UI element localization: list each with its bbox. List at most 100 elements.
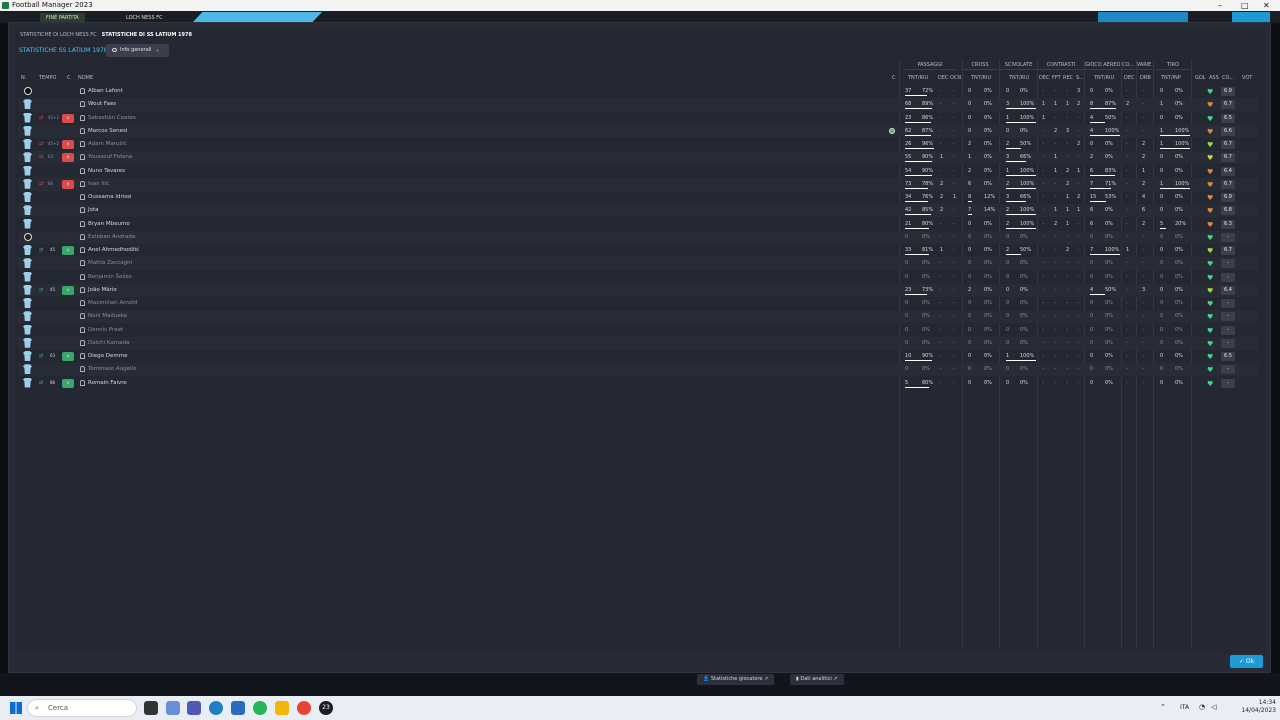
- player-name[interactable]: Noni Madueke: [88, 313, 127, 319]
- task-view-icon[interactable]: [144, 701, 158, 715]
- player-name[interactable]: Marcos Senesi: [88, 128, 127, 134]
- player-row[interactable]: ⇄ 45 › João Mário 23 73% - -2 0% 0 0% - - - -4 50% -3 0 0%…: [18, 283, 1258, 297]
- column-header[interactable]: N.: [21, 75, 26, 81]
- taskbar-clock[interactable]: 14:34 14/04/2023: [1236, 699, 1276, 715]
- store-icon[interactable]: [231, 701, 245, 715]
- player-profile-icon[interactable]: [80, 247, 85, 253]
- player-row[interactable]: ⇄ 45+2 ‹ Adam Marušić 26 96% - -2 0% 2 50% - - -2 0 0% -…: [18, 138, 1258, 151]
- player-profile-icon[interactable]: [80, 180, 85, 187]
- player-name[interactable]: Jota: [88, 207, 99, 213]
- view-selector[interactable]: Info generali ⌄: [106, 44, 169, 57]
- chrome-icon[interactable]: [297, 701, 311, 715]
- player-profile-icon[interactable]: [80, 101, 85, 108]
- column-header[interactable]: TEMPO: [39, 75, 56, 81]
- player-profile-icon[interactable]: [80, 273, 85, 280]
- player-name[interactable]: Esteban Andrada: [88, 234, 135, 240]
- minimize-button[interactable]: –: [1218, 0, 1222, 11]
- player-row[interactable]: Jota 42 85% 2-7 14% 2 100% -1 1 1 6 0% -6 0 0% - ♥ 6.8: [18, 204, 1258, 218]
- player-name[interactable]: Mattia Zaccagni: [88, 260, 132, 266]
- player-row[interactable]: ⇄ 45 › Anel Ahmedhodžić 33 81% 1 - 0 0% 2 50% - - 2 - 7 1…: [18, 244, 1258, 257]
- wifi-icon[interactable]: ◔: [1199, 703, 1205, 711]
- player-name[interactable]: Romain Faivre: [88, 380, 127, 386]
- player-name[interactable]: Alban Lafont: [88, 88, 123, 94]
- column-header[interactable]: TNT/RIU: [1009, 75, 1029, 81]
- player-name[interactable]: Daichi Kamada: [88, 340, 129, 346]
- taskbar-search[interactable]: ⌕ Cerca: [27, 699, 137, 717]
- player-name[interactable]: Youssouf Fofana: [88, 154, 132, 160]
- player-stats-button[interactable]: 👤 Statistiche giocatore ↗: [697, 674, 775, 685]
- player-profile-icon[interactable]: [80, 220, 85, 227]
- player-profile-icon[interactable]: [80, 194, 85, 200]
- chat-icon[interactable]: [166, 701, 180, 715]
- column-header[interactable]: S...: [1076, 75, 1084, 81]
- column-header[interactable]: TNT/RIU: [971, 75, 991, 81]
- player-row[interactable]: ⇄ 86 ‹ Ivan Ilić 73 78% 2-6 0% 2 100% - -2-7 71% -2 1 1…: [18, 177, 1258, 191]
- player-row[interactable]: Marcos Senesi 62 87% - -0 0% 0 0% -2 3-4 100% - -1 10…: [18, 124, 1258, 138]
- column-header[interactable]: OCN: [950, 75, 961, 81]
- breadcrumb-parent[interactable]: STATISTICHE DI LOCH NESS FC: [20, 32, 97, 38]
- player-row[interactable]: ⇄ 86 › Romain Faivre 5 80% - -0 0% 0 0% - - - -0 0% - -0 0…: [18, 377, 1258, 390]
- language-indicator[interactable]: ITA: [1180, 704, 1189, 711]
- player-profile-icon[interactable]: [80, 300, 85, 306]
- column-header[interactable]: TNT/RIU: [908, 75, 928, 81]
- player-row[interactable]: Wout Faes 68 89% - -0 0% 3 100% 1 1 1 2 8 87% 2-1 0% - ♥ 6…: [18, 98, 1258, 112]
- chevron-up-icon[interactable]: ⌃: [1160, 703, 1166, 711]
- player-row[interactable]: Alban Lafont 37 72% - -0 0% 0 0% - - -3 0 0% - -0 0% - ♥ 6…: [18, 85, 1258, 98]
- player-profile-icon[interactable]: [80, 313, 85, 320]
- player-row[interactable]: ⇄ 63 › Diego Demme 10 90% - -0 0% 1 100% - - - -0 0% - -0…: [18, 350, 1258, 363]
- analytics-button[interactable]: ▮ Dati analitici ↗: [790, 674, 844, 685]
- column-header[interactable]: ASS: [1209, 75, 1219, 81]
- player-name[interactable]: Nuno Tavares: [88, 168, 125, 174]
- player-profile-icon[interactable]: [80, 88, 85, 94]
- volume-icon[interactable]: ◁: [1211, 703, 1216, 711]
- player-profile-icon[interactable]: [80, 339, 85, 346]
- column-header[interactable]: C: [892, 75, 896, 81]
- fm23-icon[interactable]: 23: [319, 701, 333, 715]
- column-header[interactable]: TNT/INP: [1161, 75, 1181, 81]
- player-row[interactable]: Noni Madueke 0 0% - -0 0% 0 0% - - - -0 0% - -0 0% - ♥ -: [18, 310, 1258, 324]
- player-row[interactable]: Daichi Kamada 0 0% - -0 0% 0 0% - - - -0 0% - -0 0% - ♥ -: [18, 336, 1258, 350]
- player-row[interactable]: Nuno Tavares 54 90% - -2 0% 1 100% -1 2 1 6 83% -1 0 0%…: [18, 165, 1258, 178]
- folder-icon[interactable]: [275, 701, 289, 715]
- player-name[interactable]: Tommaso Augello: [88, 366, 136, 372]
- player-profile-icon[interactable]: [80, 233, 85, 240]
- ok-button[interactable]: ✓ Ok: [1230, 655, 1263, 668]
- player-profile-icon[interactable]: [80, 207, 85, 214]
- player-name[interactable]: Maximilian Arnold: [88, 300, 137, 306]
- column-header[interactable]: CO...: [1222, 75, 1234, 81]
- player-row[interactable]: Esteban Andrada 0 0% - -0 0% 0 0% - - - -0 0% - -0 0% - ♥…: [18, 230, 1258, 244]
- column-header[interactable]: NOME: [78, 75, 93, 81]
- column-header[interactable]: FFT: [1052, 75, 1061, 81]
- maximize-button[interactable]: □: [1241, 0, 1249, 11]
- column-header[interactable]: GOL: [1195, 75, 1206, 81]
- player-name[interactable]: Anel Ahmedhodžić: [88, 247, 139, 253]
- player-row[interactable]: Dennis Praet 0 0% - -0 0% 0 0% - - - -0 0% - -0 0% - ♥ -: [18, 324, 1258, 337]
- player-name[interactable]: Wout Faes: [88, 101, 116, 107]
- column-header[interactable]: DEC: [1039, 75, 1050, 81]
- player-name[interactable]: Ivan Ilić: [88, 181, 109, 187]
- player-row[interactable]: Benjamin Šeško 0 0% - -0 0% 0 0% - - - -0 0% - -0 0% - ♥ -: [18, 271, 1258, 284]
- player-row[interactable]: Oussama Idrissi 34 76% 2 1 8 12% 3 66% - - 1 2 15 53% -…: [18, 191, 1258, 204]
- column-header[interactable]: DEC: [1124, 75, 1135, 81]
- whatsapp-icon[interactable]: [253, 701, 267, 715]
- player-name[interactable]: Bryan Mbeumo: [88, 221, 130, 227]
- player-name[interactable]: Sebastián Coates: [88, 115, 136, 121]
- player-profile-icon[interactable]: [80, 127, 85, 134]
- player-profile-icon[interactable]: [80, 260, 85, 267]
- column-header[interactable]: DEC: [938, 75, 949, 81]
- column-header[interactable]: C: [67, 75, 71, 81]
- player-row[interactable]: ⇄ 45+2 ‹ Sebastián Coates 23 86% - -0 0% 1 100% 1- -…: [18, 112, 1258, 125]
- teams-icon[interactable]: [187, 701, 201, 715]
- player-profile-icon[interactable]: [80, 379, 85, 386]
- player-profile-icon[interactable]: [80, 167, 85, 174]
- player-row[interactable]: Bryan Mbeumo 21 80% - -0 0% 2 100% -2 1-6 0% -2 5 20%…: [18, 218, 1258, 231]
- player-name[interactable]: Adam Marušić: [88, 141, 127, 147]
- player-profile-icon[interactable]: [80, 286, 85, 293]
- player-name[interactable]: João Mário: [88, 287, 117, 293]
- player-row[interactable]: Maximilian Arnold 0 0% - - 0 0% 0 0% - - - - 0 0% - - 0 0%…: [18, 297, 1258, 310]
- player-row[interactable]: Mattia Zaccagni 0 0% - -0 0% 0 0% - - - -0 0% - -0 0% - ♥…: [18, 257, 1258, 271]
- player-name[interactable]: Diego Demme: [88, 353, 127, 359]
- close-button[interactable]: ✕: [1263, 0, 1270, 11]
- player-name[interactable]: Benjamin Šeško: [88, 274, 132, 280]
- windows-start-icon[interactable]: [10, 702, 22, 714]
